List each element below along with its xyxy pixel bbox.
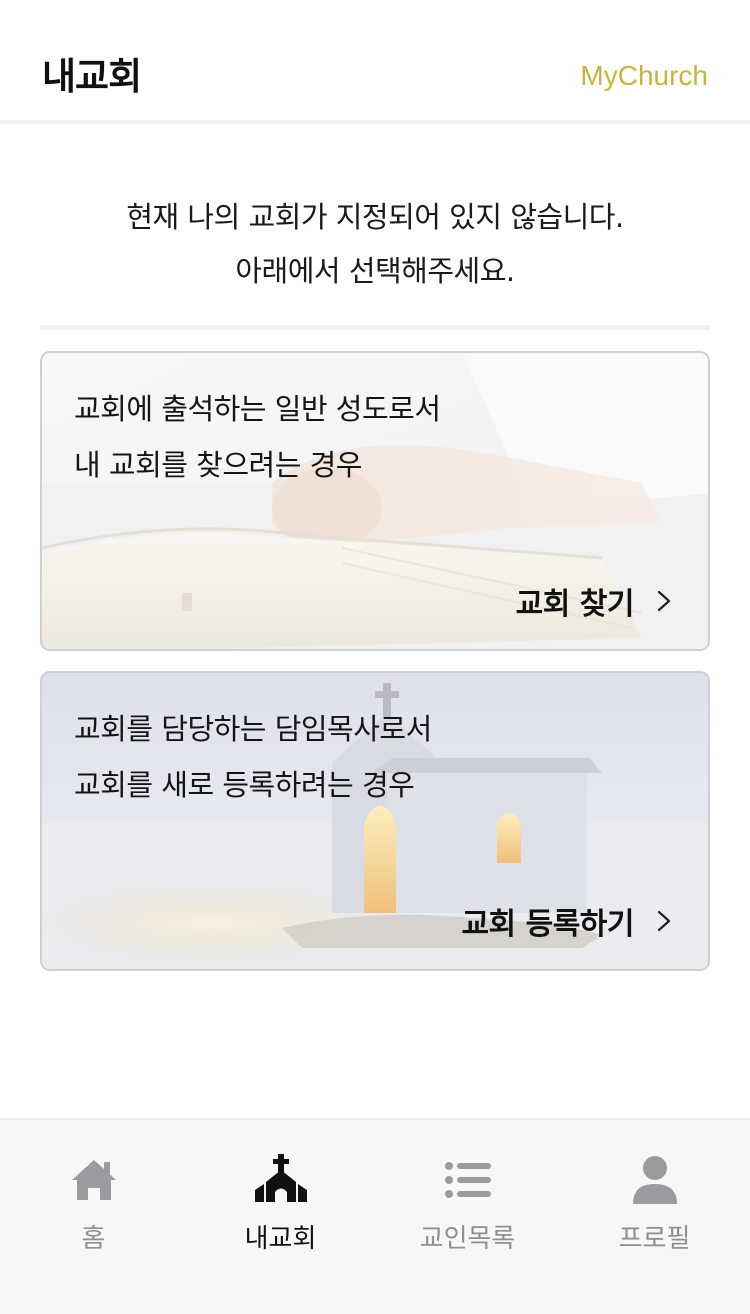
register-church-label: 교회 등록하기 — [461, 907, 634, 942]
find-church-description: 교회에 출석하는 일반 성도로서 내 교회를 찾으려는 경우 — [74, 381, 441, 493]
bottom-tab-bar: 홈 내교회 교인목록 프로필 — [0, 1118, 750, 1314]
notice-line-2: 아래에서 선택해주세요. — [235, 254, 515, 288]
tab-profile[interactable]: 프로필 — [561, 1120, 748, 1270]
app-header: 내교회 MyChurch — [0, 0, 750, 124]
find-church-card[interactable]: 교회에 출석하는 일반 성도로서 내 교회를 찾으려는 경우 교회 찾기 — [40, 351, 710, 651]
notice-line-1: 현재 나의 교회가 지정되어 있지 않습니다. — [126, 200, 624, 234]
tab-my-church-label: 내교회 — [244, 1224, 317, 1254]
home-icon — [71, 1160, 116, 1200]
list-icon — [444, 1162, 491, 1198]
tab-home-label: 홈 — [81, 1224, 106, 1254]
find-church-button[interactable]: 교회 찾기 — [516, 579, 672, 623]
register-church-line-1: 교회를 담당하는 담임목사로서 — [74, 712, 432, 746]
find-church-line-1: 교회에 출석하는 일반 성도로서 — [74, 392, 441, 426]
tab-profile-label: 프로필 — [618, 1224, 691, 1254]
tab-member-list[interactable]: 교인목록 — [374, 1120, 561, 1270]
chevron-right-icon — [657, 910, 671, 932]
register-church-button[interactable]: 교회 등록하기 — [461, 899, 672, 943]
brand-label: MyChurch — [580, 60, 708, 91]
register-church-description: 교회를 담당하는 담임목사로서 교회를 새로 등록하려는 경우 — [74, 701, 432, 813]
tab-home[interactable]: 홈 — [0, 1120, 187, 1270]
tab-member-list-label: 교인목록 — [419, 1224, 516, 1254]
chevron-right-icon — [657, 590, 671, 612]
find-church-line-2: 내 교회를 찾으려는 경우 — [74, 448, 362, 482]
divider — [40, 325, 710, 330]
page-title: 내교회 — [42, 55, 142, 98]
find-church-label: 교회 찾기 — [515, 587, 635, 622]
person-icon — [632, 1156, 677, 1204]
church-icon — [254, 1154, 307, 1202]
tab-my-church[interactable]: 내교회 — [187, 1120, 374, 1270]
no-church-notice: 현재 나의 교회가 지정되어 있지 않습니다. 아래에서 선택해주세요. — [0, 190, 750, 298]
register-church-card[interactable]: 교회를 담당하는 담임목사로서 교회를 새로 등록하려는 경우 교회 등록하기 — [40, 671, 710, 971]
register-church-line-2: 교회를 새로 등록하려는 경우 — [74, 768, 415, 802]
